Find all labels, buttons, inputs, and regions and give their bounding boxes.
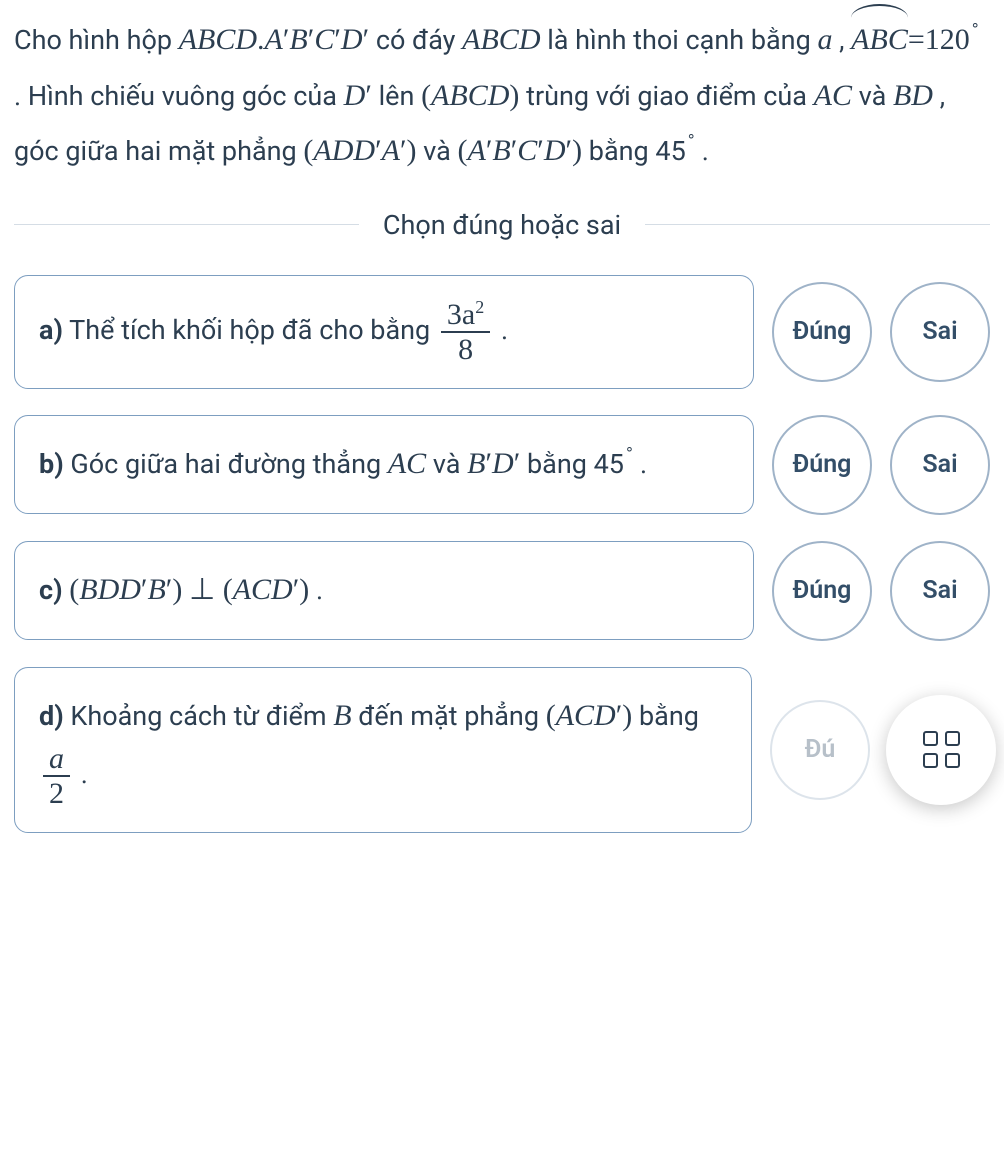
math-paren-abcd: (ABCD) <box>421 79 519 112</box>
divider-line <box>645 224 990 225</box>
math-acdp: (ACD′) <box>546 699 633 732</box>
math-addpap: (ADD′A′) <box>303 134 416 167</box>
true-button-b[interactable]: Đúng <box>772 415 872 515</box>
question-tail: . <box>316 574 323 606</box>
math-ac: AC <box>388 447 426 480</box>
question-label: b) <box>39 448 64 480</box>
fraction: a 2 <box>43 742 70 810</box>
question-text: Khoảng cách từ điểm <box>70 700 333 732</box>
question-tail: . <box>81 758 88 790</box>
divider-label: Chọn đúng hoặc sai <box>359 209 645 241</box>
degree-symbol: ∘ <box>686 127 695 145</box>
fraction: 3a2 8 <box>441 298 490 366</box>
question-label: c) <box>39 574 63 606</box>
math-b: B <box>333 699 351 732</box>
false-button-a[interactable]: Sai <box>890 282 990 382</box>
math-acdp: (ACD′) <box>223 573 310 606</box>
question-tail: . <box>640 448 647 480</box>
question-box-a: a) Thể tích khối hộp đã cho bằng 3a2 8 . <box>14 275 754 389</box>
prompt-text: và <box>859 80 893 112</box>
math-bpdp: B′D′ <box>467 447 520 480</box>
prompt-text: Cho hình hộp <box>14 24 179 56</box>
true-button-a[interactable]: Đúng <box>772 282 872 382</box>
question-row-d: d) Khoảng cách từ điểm B đến mặt phẳng (… <box>14 667 990 834</box>
prompt-text: và <box>423 135 457 167</box>
divider-line <box>14 224 359 225</box>
math-bddpbp: (BDD′B′) <box>69 573 182 606</box>
math-eq120: =120 <box>908 23 970 56</box>
prompt-text: trùng với giao điểm của <box>526 80 814 112</box>
question-tail: . <box>501 314 508 346</box>
problem-prompt: Cho hình hộp ABCD.A′B′C′D′ có đáy ABCD l… <box>14 12 990 179</box>
math-bd: BD <box>893 79 933 112</box>
true-button-d[interactable]: Đú <box>770 700 870 800</box>
question-text: bằng 45 <box>527 448 624 480</box>
question-box-c: c) (BDD′B′) ⊥ (ACD′) . <box>14 541 754 640</box>
question-label: a) <box>39 314 63 346</box>
prompt-text: . <box>702 135 709 167</box>
question-row-c: c) (BDD′B′) ⊥ (ACD′) . Đúng Sai <box>14 541 990 641</box>
prompt-text: lên <box>379 80 422 112</box>
math-abcd: ABCD <box>462 23 540 56</box>
math-box: ABCD.A′B′C′D′ <box>179 23 369 56</box>
question-text: Thể tích khối hộp đã cho bằng <box>69 314 437 346</box>
degree-symbol: ∘ <box>971 16 980 34</box>
answer-group-d: Đú <box>770 695 990 805</box>
question-row-a: a) Thể tích khối hộp đã cho bằng 3a2 8 .… <box>14 275 990 389</box>
prompt-text: . Hình chiếu vuông góc của <box>14 80 344 112</box>
question-label: d) <box>39 700 64 732</box>
prompt-text: có đáy <box>376 24 462 56</box>
math-d-prime: D′ <box>344 79 372 112</box>
question-text: đến mặt phẳng <box>358 700 545 732</box>
perp-symbol: ⊥ <box>189 573 223 606</box>
degree-symbol: ∘ <box>625 440 634 458</box>
prompt-text: bằng 45 <box>589 135 686 167</box>
question-text: và <box>433 448 467 480</box>
grid-fab-button[interactable] <box>886 695 996 805</box>
prompt-text: là hình thoi cạnh bằng <box>547 24 817 56</box>
math-a: a <box>817 23 832 56</box>
math-apbpcpdp: (A′B′C′D′) <box>457 134 582 167</box>
question-box-b: b) Góc giữa hai đường thẳng AC và B′D′ b… <box>14 415 754 514</box>
math-ac: AC <box>814 79 852 112</box>
question-box-d: d) Khoảng cách từ điểm B đến mặt phẳng (… <box>14 667 752 834</box>
math-arc-abc: ABC <box>851 12 908 68</box>
grid-icon <box>923 731 960 768</box>
question-text: bằng <box>639 700 699 732</box>
instruction-divider: Chọn đúng hoặc sai <box>14 209 990 241</box>
prompt-text: , <box>839 24 851 56</box>
false-button-b[interactable]: Sai <box>890 415 990 515</box>
false-button-c[interactable]: Sai <box>890 541 990 641</box>
question-row-b: b) Góc giữa hai đường thẳng AC và B′D′ b… <box>14 415 990 515</box>
true-button-c[interactable]: Đúng <box>772 541 872 641</box>
question-text: Góc giữa hai đường thẳng <box>70 448 387 480</box>
